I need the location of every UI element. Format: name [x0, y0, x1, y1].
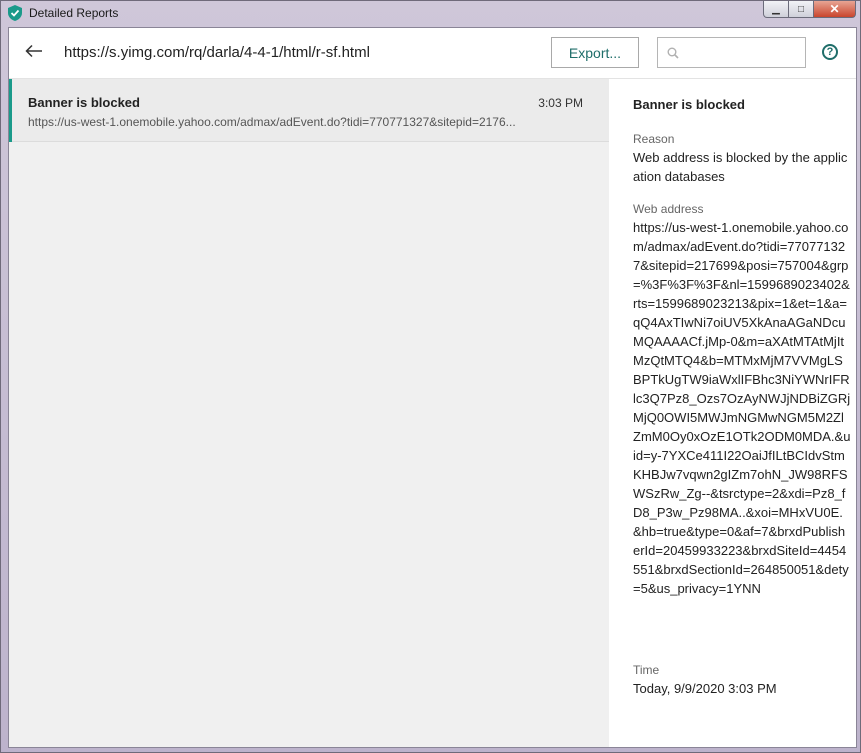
selection-indicator [9, 79, 12, 142]
report-list: Banner is blocked 3:03 PM https://us-wes… [9, 79, 609, 747]
reason-label: Reason [633, 132, 675, 146]
export-button[interactable]: Export... [551, 37, 639, 68]
shield-check-icon [8, 5, 22, 21]
time-label: Time [633, 663, 660, 677]
title-bar: Detailed Reports ▁ □ ✕ [1, 1, 860, 25]
details-title: Banner is blocked [633, 97, 745, 112]
toolbar: https://s.yimg.com/rq/darla/4-4-1/html/r… [9, 28, 856, 79]
window-title: Detailed Reports [29, 6, 119, 20]
maximize-button[interactable]: □ [788, 1, 814, 18]
web-address-value: https://us-west-1.onemobile.yahoo.com/ad… [633, 220, 851, 596]
item-title: Banner is blocked [28, 95, 140, 110]
maximize-icon: □ [797, 3, 805, 15]
help-icon: ? [826, 46, 834, 58]
client-area: https://s.yimg.com/rq/darla/4-4-1/html/r… [8, 27, 857, 748]
app-window: Detailed Reports ▁ □ ✕ https://s.yimg.co… [0, 0, 861, 753]
details-pane: Banner is blocked Reason Web address is … [609, 79, 856, 747]
page-url: https://s.yimg.com/rq/darla/4-4-1/html/r… [64, 44, 370, 61]
item-time: 3:03 PM [538, 96, 583, 110]
minimize-icon: ▁ [772, 3, 780, 15]
search-icon [667, 46, 679, 64]
web-address-label: Web address [633, 202, 704, 216]
close-icon: ✕ [829, 2, 840, 16]
list-item[interactable]: Banner is blocked 3:03 PM https://us-wes… [9, 79, 609, 142]
time-value: Today, 9/9/2020 3:03 PM [633, 681, 777, 696]
item-url: https://us-west-1.onemobile.yahoo.com/ad… [28, 115, 516, 129]
window-controls: ▁ □ ✕ [763, 1, 856, 19]
minimize-button[interactable]: ▁ [763, 1, 789, 18]
reason-value: Web address is blocked by the applicatio… [633, 150, 848, 184]
arrow-left-icon [25, 44, 43, 63]
help-button[interactable]: ? [822, 44, 838, 60]
search-field[interactable] [657, 37, 806, 68]
back-button[interactable] [23, 42, 45, 64]
close-button[interactable]: ✕ [813, 1, 856, 18]
search-input[interactable] [686, 42, 802, 65]
